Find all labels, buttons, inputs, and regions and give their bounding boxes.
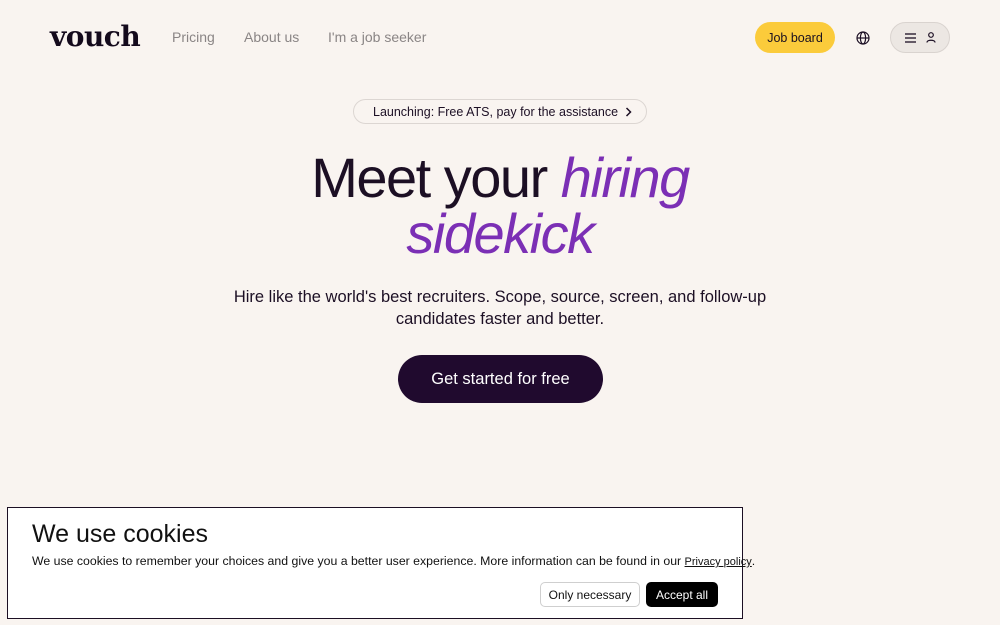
hero-subtitle-line-2: candidates faster and better. (395, 310, 605, 328)
globe-icon (855, 30, 870, 45)
vouch-logo[interactable]: vouch (50, 20, 141, 53)
nav-pricing[interactable]: Pricing (172, 29, 215, 45)
language-button[interactable] (852, 27, 873, 48)
hamburger-icon (904, 32, 916, 43)
get-started-button[interactable]: Get started for free (398, 355, 603, 403)
hero-subtitle: Hire like the world's best recruiters. S… (200, 286, 800, 330)
account-menu-button[interactable] (890, 22, 950, 53)
site-header: vouch Pricing About us I'm a job seeker … (0, 0, 1000, 76)
job-board-button[interactable]: Job board (755, 22, 835, 53)
cookie-text: We use cookies to remember your choices … (32, 554, 755, 568)
accept-all-button[interactable]: Accept all (646, 582, 718, 607)
cookie-text-end: . (751, 554, 756, 568)
hero-title-accent-sidekick: sidekick (406, 202, 595, 265)
cookie-description: We use cookies to remember your choices … (32, 554, 685, 568)
announcement-pill[interactable]: Launching: Free ATS, pay for the assista… (353, 99, 647, 124)
privacy-policy-link[interactable]: Privacy policy (685, 556, 752, 568)
user-icon (925, 32, 936, 43)
hero-title-line-1: Meet your hiring (0, 148, 1000, 208)
hero-title-line-2: sidekick (0, 204, 1000, 264)
only-necessary-button[interactable]: Only necessary (540, 582, 640, 607)
nav-about-us[interactable]: About us (244, 29, 299, 45)
hero-title-accent-hiring: hiring (560, 146, 690, 209)
hero-title-plain: Meet your (311, 146, 548, 209)
hero-subtitle-line-1: Hire like the world's best recruiters. S… (233, 288, 767, 306)
announcement-text: Launching: Free ATS, pay for the assista… (373, 104, 619, 119)
cookie-banner: We use cookies We use cookies to remembe… (7, 507, 755, 619)
nav-job-seeker[interactable]: I'm a job seeker (328, 29, 426, 45)
cookie-title: We use cookies (32, 520, 209, 548)
chevron-right-icon (625, 106, 632, 117)
